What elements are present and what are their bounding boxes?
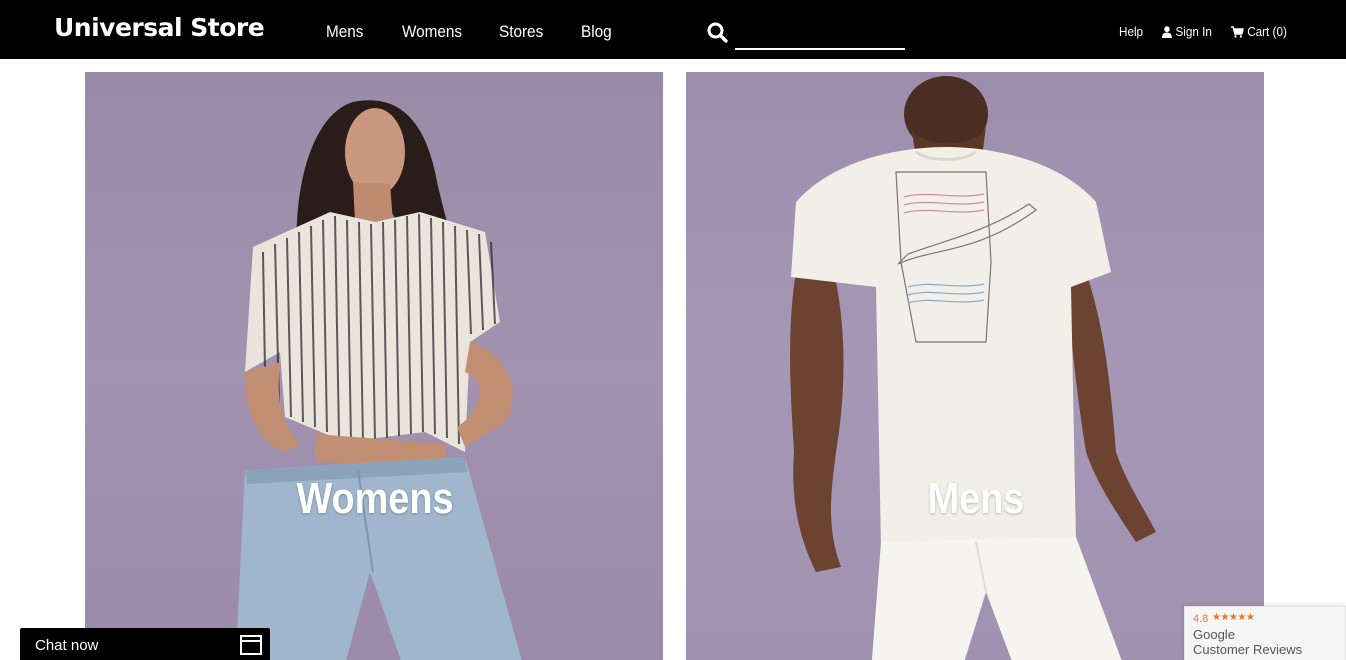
chat-widget[interactable]: Chat now (20, 628, 270, 660)
sign-in-label: Sign In (1175, 24, 1212, 39)
chat-label: Chat now (35, 637, 99, 654)
review-rating: 4.8 (1193, 613, 1209, 625)
womens-tile-label: Womens (296, 474, 454, 523)
cart-link[interactable]: Cart (0) (1231, 24, 1287, 39)
store-logo[interactable]: Universal Store (54, 13, 265, 42)
google-reviews-badge[interactable]: 4.8 ★★★★★ Google Customer Reviews (1184, 606, 1346, 660)
review-caption: Customer Reviews (1193, 642, 1303, 657)
womens-category-tile[interactable]: Womens (85, 72, 663, 660)
search-input[interactable] (735, 20, 905, 50)
mens-model-image (790, 76, 1156, 660)
window-icon[interactable] (240, 635, 262, 660)
review-stars: ★★★★★ (1212, 612, 1255, 623)
mens-category-tile[interactable]: Mens (686, 72, 1264, 660)
nav-item-blog[interactable]: Blog (581, 22, 612, 42)
review-provider: Google (1193, 627, 1235, 642)
help-link[interactable]: Help (1119, 24, 1143, 39)
cart-label: Cart (0) (1247, 24, 1287, 39)
cart-icon (1231, 25, 1244, 38)
mens-tile-label: Mens (927, 474, 1025, 523)
top-navigation-bar: Universal Store Mens Womens Stores Blog … (0, 0, 1346, 59)
search-icon[interactable] (706, 21, 730, 45)
nav-item-womens[interactable]: Womens (402, 22, 462, 42)
user-icon (1162, 25, 1172, 38)
sign-in-link[interactable]: Sign In (1162, 24, 1212, 39)
nav-item-stores[interactable]: Stores (499, 22, 543, 42)
nav-item-mens[interactable]: Mens (326, 22, 363, 42)
womens-model-image (235, 100, 522, 660)
